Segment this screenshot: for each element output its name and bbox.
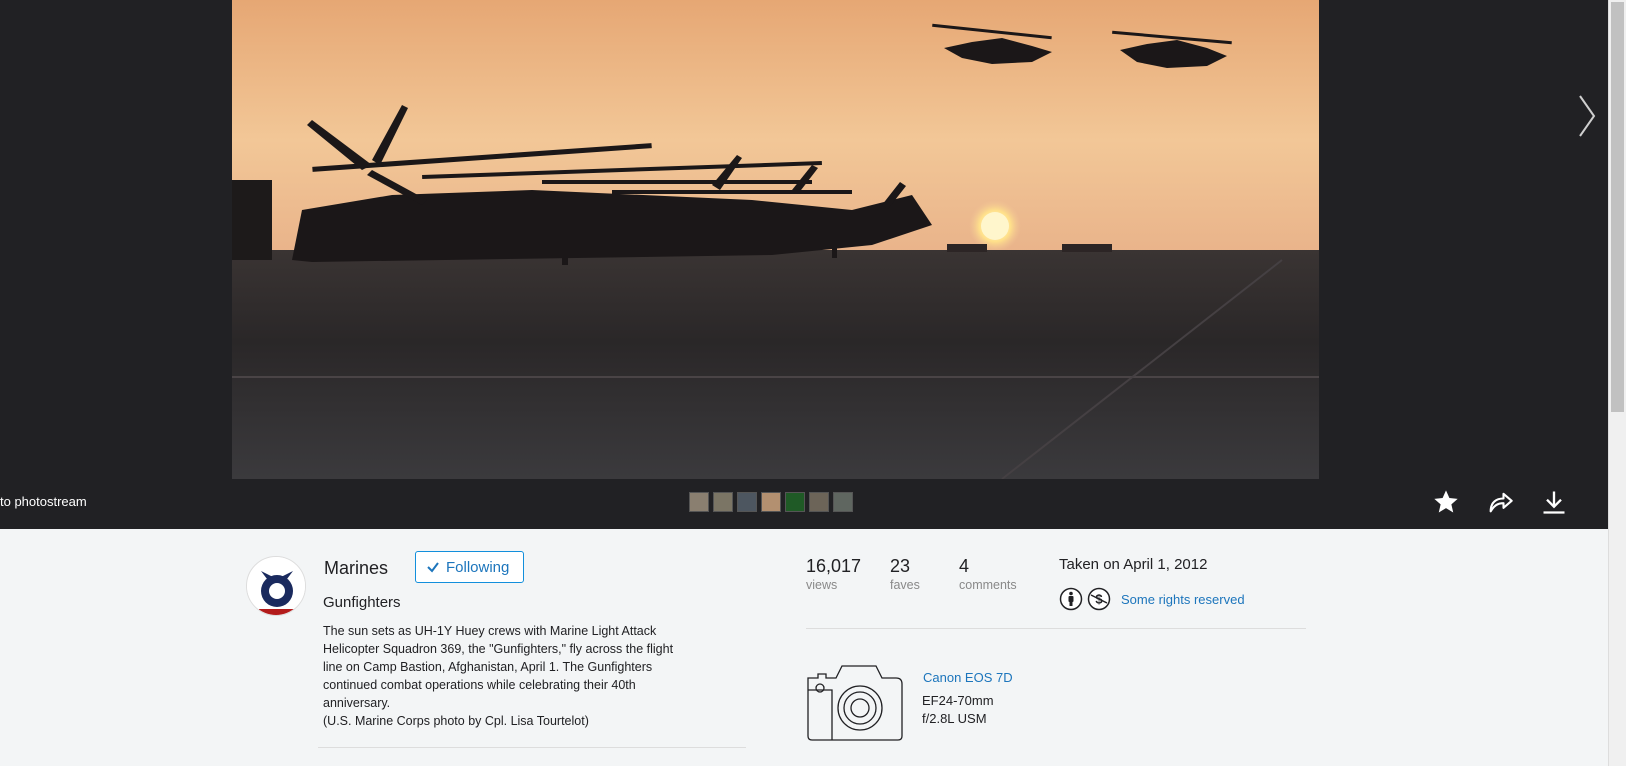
- scrollbar-thumb[interactable]: [1611, 2, 1624, 412]
- description-line: (U.S. Marine Corps photo by Cpl. Lisa To…: [323, 714, 589, 728]
- noncommercial-icon: $: [1087, 587, 1111, 611]
- filmstrip-thumb[interactable]: [737, 492, 757, 512]
- description-line: The sun sets as UH-1Y Huey crews with Ma…: [323, 624, 657, 638]
- marines-emblem-icon: [247, 557, 305, 615]
- description-line: continued combat operations while celebr…: [323, 678, 636, 692]
- photo-viewer: to photostream: [0, 0, 1626, 529]
- lens-line: f/2.8L USM: [922, 711, 987, 726]
- camera-lens: EF24-70mm f/2.8L USM: [922, 692, 1042, 728]
- following-label: Following: [446, 558, 510, 576]
- filmstrip-thumb[interactable]: [713, 492, 733, 512]
- description-line: line on Camp Bastion, Afghanistan, April…: [323, 660, 653, 674]
- faves-stat: 23 faves: [890, 556, 920, 592]
- filmstrip-thumb[interactable]: [833, 492, 853, 512]
- camera-icon[interactable]: [806, 664, 904, 742]
- comments-count: 4: [959, 556, 970, 576]
- attribution-icon: [1059, 587, 1083, 611]
- faves-label: faves: [890, 578, 920, 592]
- photo-description: The sun sets as UH-1Y Huey crews with Ma…: [323, 622, 723, 730]
- description-divider: [318, 747, 746, 748]
- following-button[interactable]: Following: [415, 551, 525, 583]
- main-photo[interactable]: [232, 0, 1319, 479]
- some-rights-reserved-link[interactable]: Some rights reserved: [1121, 592, 1245, 607]
- back-to-photostream-link[interactable]: to photostream: [0, 494, 87, 509]
- description-line: Helicopter Squadron 369, the "Gunfighter…: [323, 642, 674, 656]
- download-icon[interactable]: [1540, 488, 1568, 516]
- page-scrollbar[interactable]: [1608, 0, 1626, 766]
- taken-date: Taken on April 1, 2012: [1059, 556, 1208, 573]
- filmstrip-thumb[interactable]: [689, 492, 709, 512]
- comments-label: comments: [959, 578, 1017, 592]
- filmstrip-thumb[interactable]: [785, 492, 805, 512]
- owner-name-link[interactable]: Marines: [324, 558, 388, 579]
- filmstrip: [689, 492, 853, 512]
- views-count: 16,017: [806, 556, 862, 576]
- comments-stat: 4 comments: [959, 556, 1017, 592]
- filmstrip-thumb[interactable]: [761, 492, 781, 512]
- owner-avatar[interactable]: [246, 556, 306, 616]
- views-label: views: [806, 578, 838, 592]
- helicopters-sunset-photo: [232, 0, 1319, 479]
- checkmark-icon: [427, 562, 439, 573]
- filmstrip-thumb[interactable]: [809, 492, 829, 512]
- views-stat: 16,017 views: [806, 556, 861, 592]
- description-line: anniversary.: [323, 696, 391, 710]
- share-icon[interactable]: [1486, 488, 1514, 516]
- viewer-actions: [1432, 488, 1568, 516]
- lens-line: EF24-70mm: [922, 693, 994, 708]
- license-info: $ Some rights reserved: [1059, 587, 1245, 611]
- camera-model-link[interactable]: Canon EOS 7D: [923, 670, 1013, 685]
- photo-title: Gunfighters: [323, 594, 401, 611]
- faves-count: 23: [890, 556, 911, 576]
- next-photo-arrow-icon[interactable]: [1574, 92, 1602, 140]
- star-icon[interactable]: [1432, 488, 1460, 516]
- stats-divider: [806, 628, 1306, 629]
